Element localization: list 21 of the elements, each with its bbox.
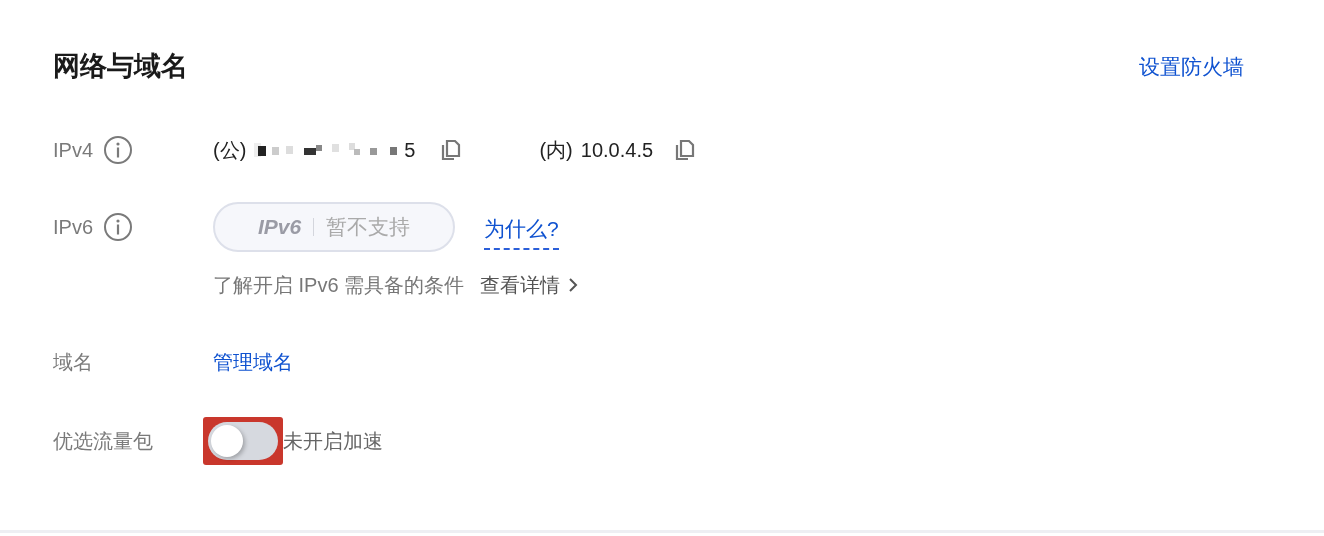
info-icon[interactable]: [103, 211, 134, 242]
status-text: 未开启加速: [283, 428, 383, 454]
field-label: IPv4: [53, 137, 94, 163]
firewall-link[interactable]: 设置防火墙: [1139, 50, 1244, 82]
section-title: 网络与域名: [53, 50, 188, 83]
address-text: 5: [404, 137, 416, 163]
address-type: (内): [539, 137, 573, 163]
info-icon[interactable]: [103, 134, 134, 165]
manage-domain-link[interactable]: 管理域名: [213, 346, 293, 377]
hint-text: 了解开启 IPv6 需具备的条件: [213, 272, 465, 298]
copy-icon[interactable]: [675, 138, 696, 161]
chevron-right-icon[interactable]: [568, 276, 579, 293]
unsupported-badge: IPv6 暂不支持: [213, 201, 455, 252]
details-link[interactable]: 查看详情: [480, 269, 561, 300]
why-link[interactable]: 为什么?: [484, 212, 559, 251]
field-label: 域名: [53, 349, 94, 375]
address-type: (公): [213, 137, 247, 163]
field-label: 优选流量包: [53, 428, 154, 454]
field-label: IPv6: [53, 214, 94, 240]
address-text: 10.0.4.5: [580, 137, 654, 163]
copy-icon[interactable]: [441, 138, 462, 161]
